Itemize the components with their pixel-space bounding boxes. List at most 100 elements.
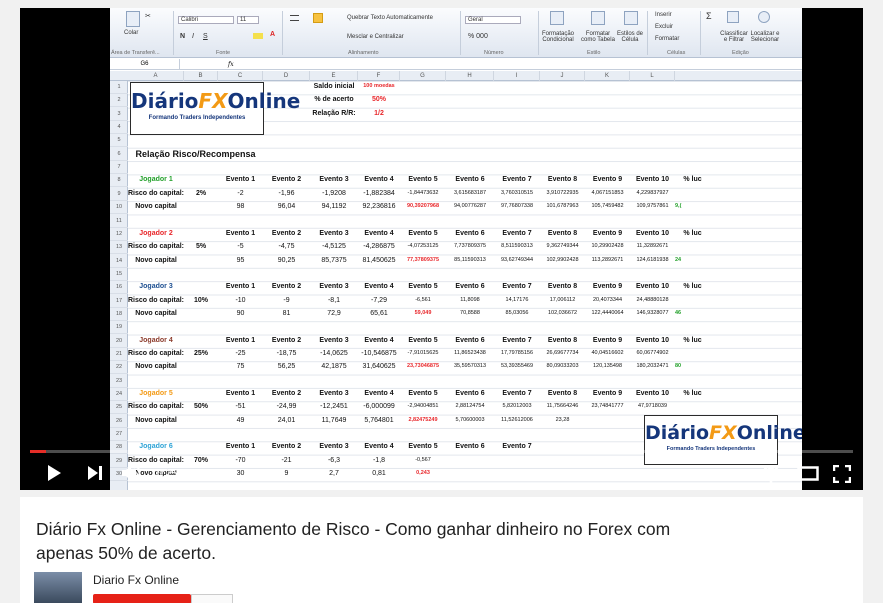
risk-value[interactable]: -9 xyxy=(263,297,310,304)
risk-value[interactable]: 11,75664246 xyxy=(540,403,585,409)
align-top-button[interactable] xyxy=(290,15,299,21)
event-header[interactable]: Evento 9 xyxy=(585,176,630,183)
event-header[interactable]: Evento 4 xyxy=(358,337,400,344)
find-select-button[interactable]: Localizar e Selecionar xyxy=(748,31,782,43)
capital-value[interactable]: 85,11590313 xyxy=(446,257,494,263)
capital-value[interactable]: 95 xyxy=(218,257,263,264)
risk-value[interactable]: -6,561 xyxy=(400,297,446,303)
capital-value[interactable]: 56,25 xyxy=(263,363,310,370)
risk-value[interactable]: 3,615683187 xyxy=(446,190,494,196)
capital-value[interactable]: 120,135498 xyxy=(585,363,630,369)
param-label[interactable]: % de acerto xyxy=(310,96,358,103)
fill-color-button[interactable] xyxy=(253,33,263,39)
risk-value[interactable]: 7,737809375 xyxy=(446,243,494,249)
risk-value[interactable]: -1,9208 xyxy=(310,190,358,197)
risk-value[interactable]: -7,29 xyxy=(358,297,400,304)
capital-value[interactable]: 42,1875 xyxy=(310,363,358,370)
italic-button[interactable]: I xyxy=(192,33,194,40)
risk-value[interactable]: 17,79785156 xyxy=(494,350,540,356)
risk-label[interactable]: Risco do capital: xyxy=(128,297,184,304)
capital-value[interactable]: 65,61 xyxy=(358,310,400,317)
event-header[interactable]: Evento 3 xyxy=(310,337,358,344)
column-header[interactable]: L xyxy=(630,71,675,81)
param-label[interactable]: Relação R/R: xyxy=(310,110,358,117)
risk-value[interactable]: 3,910722935 xyxy=(540,190,585,196)
row-header[interactable]: 17 xyxy=(110,295,128,308)
capital-value[interactable]: 85,7375 xyxy=(310,257,358,264)
play-icon[interactable] xyxy=(46,464,62,482)
event-header[interactable]: Evento 6 xyxy=(446,283,494,290)
event-header[interactable]: Evento 9 xyxy=(585,230,630,237)
event-header[interactable]: % luc xyxy=(675,176,710,183)
capital-value[interactable]: 2,82475249 xyxy=(400,417,446,423)
capital-value[interactable]: 80,09033203 xyxy=(540,363,585,369)
risk-pct[interactable]: 2% xyxy=(184,190,218,197)
capital-value[interactable]: 81 xyxy=(263,310,310,317)
player-name[interactable]: Jogador 2 xyxy=(128,230,184,237)
row-header[interactable]: 6 xyxy=(110,148,128,161)
row-header[interactable]: 15 xyxy=(110,268,128,281)
row-header[interactable]: 26 xyxy=(110,415,128,428)
event-header[interactable]: Evento 8 xyxy=(540,283,585,290)
event-header[interactable]: Evento 3 xyxy=(310,283,358,290)
event-header[interactable]: Evento 4 xyxy=(358,390,400,397)
capital-value[interactable]: 105,7459482 xyxy=(585,203,630,209)
video-progress-bar[interactable] xyxy=(30,450,853,453)
event-header[interactable]: Evento 5 xyxy=(400,230,446,237)
event-header[interactable]: Evento 10 xyxy=(630,283,675,290)
row-header[interactable]: 27 xyxy=(110,428,128,442)
risk-pct[interactable]: 50% xyxy=(184,403,218,410)
event-header[interactable]: Evento 9 xyxy=(585,337,630,344)
player-name[interactable]: Jogador 1 xyxy=(128,176,184,183)
sort-filter-button[interactable]: Classificar e Filtrar xyxy=(718,31,750,43)
player-name[interactable]: Jogador 4 xyxy=(128,337,184,344)
event-header[interactable]: Evento 6 xyxy=(446,337,494,344)
event-header[interactable]: % luc xyxy=(675,337,710,344)
row-header[interactable]: 14 xyxy=(110,255,128,268)
capital-value[interactable]: 24 xyxy=(675,257,710,263)
video-player[interactable]: Colar ✂ Área de Transferê... Calibri 11 … xyxy=(20,8,863,490)
row-header[interactable]: 21 xyxy=(110,348,128,361)
risk-value[interactable]: -25 xyxy=(218,350,263,357)
event-header[interactable]: Evento 1 xyxy=(218,337,263,344)
risk-value[interactable]: -24,99 xyxy=(263,403,310,410)
event-header[interactable]: Evento 2 xyxy=(263,283,310,290)
event-header[interactable]: Evento 9 xyxy=(585,390,630,397)
event-header[interactable]: % luc xyxy=(675,390,710,397)
risk-value[interactable]: 2,88124754 xyxy=(446,403,494,409)
row-header[interactable]: 20 xyxy=(110,335,128,348)
capital-value[interactable]: 97,76807338 xyxy=(494,203,540,209)
event-header[interactable]: Evento 4 xyxy=(358,230,400,237)
risk-value[interactable]: -10,546875 xyxy=(358,350,400,357)
risk-value[interactable]: -5 xyxy=(218,243,263,250)
capital-value[interactable]: 96,04 xyxy=(263,203,310,210)
param-value[interactable]: 1/2 xyxy=(358,110,400,117)
event-header[interactable]: Evento 3 xyxy=(310,176,358,183)
font-color-button[interactable]: A xyxy=(270,31,275,38)
capital-value[interactable]: 46 xyxy=(675,310,710,316)
capital-value[interactable]: 85,03056 xyxy=(494,310,540,316)
row-header[interactable]: 11 xyxy=(110,215,128,228)
risk-value[interactable]: -1,96 xyxy=(263,190,310,197)
event-header[interactable]: Evento 1 xyxy=(218,230,263,237)
row-header[interactable]: 16 xyxy=(110,281,128,295)
capital-value[interactable]: 94,1192 xyxy=(310,203,358,210)
risk-value[interactable]: -4,75 xyxy=(263,243,310,250)
event-header[interactable]: Evento 9 xyxy=(585,283,630,290)
format-button[interactable]: Formatar xyxy=(655,36,679,42)
capital-value[interactable]: 146,9328077 xyxy=(630,310,675,316)
param-value[interactable]: 50% xyxy=(358,96,400,103)
event-header[interactable]: Evento 2 xyxy=(263,230,310,237)
name-box[interactable]: G6 xyxy=(110,59,180,70)
risk-value[interactable]: -18,75 xyxy=(263,350,310,357)
fullscreen-icon[interactable] xyxy=(833,465,851,483)
event-header[interactable]: % luc xyxy=(675,283,710,290)
risk-label[interactable]: Risco do capital: xyxy=(128,403,184,410)
event-header[interactable]: Evento 10 xyxy=(630,390,675,397)
event-header[interactable]: Evento 4 xyxy=(358,176,400,183)
capital-value[interactable]: 5,70600003 xyxy=(446,417,494,423)
risk-value[interactable]: 10,29902428 xyxy=(585,243,630,249)
row-header[interactable]: 9 xyxy=(110,188,128,201)
risk-value[interactable]: -2 xyxy=(218,190,263,197)
risk-value[interactable]: -14,0625 xyxy=(310,350,358,357)
